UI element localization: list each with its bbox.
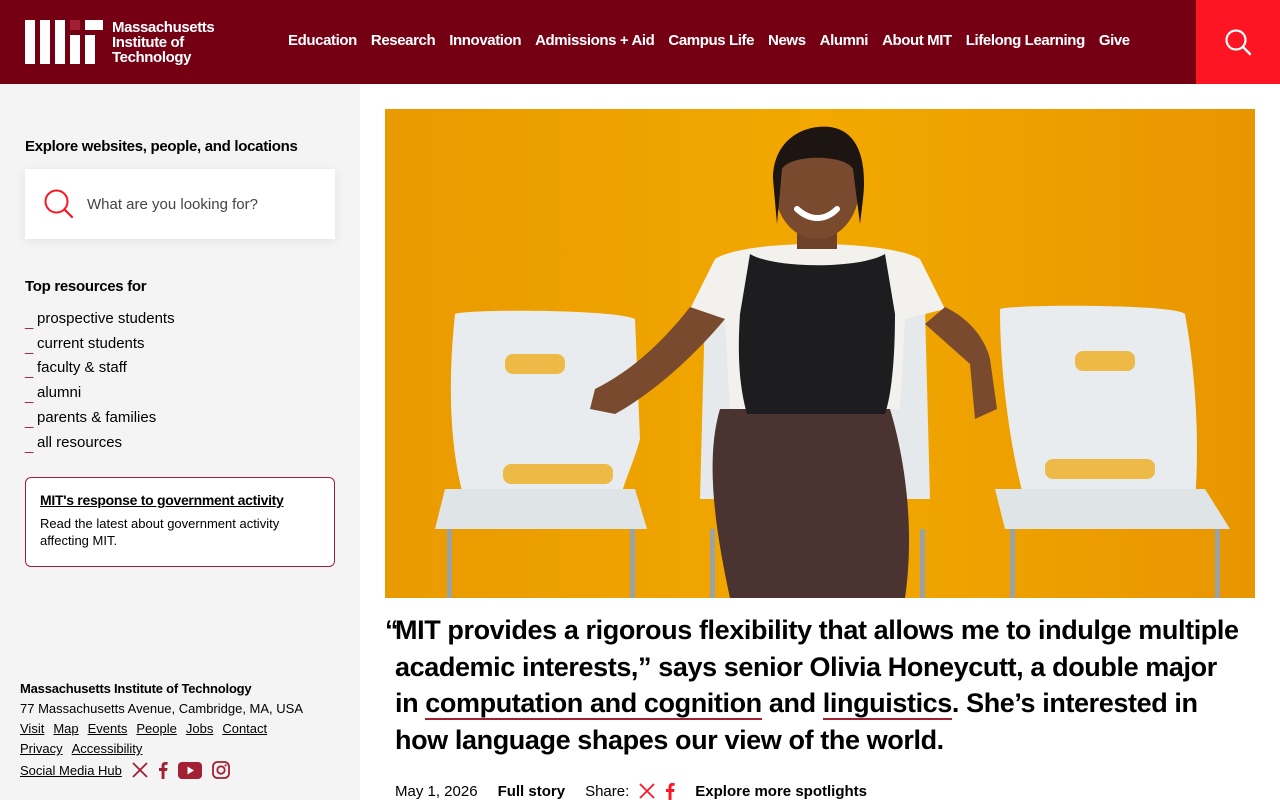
explore-more-spotlights-link[interactable]: Explore more spotlights — [695, 783, 867, 800]
institution-address: 77 Massachusetts Avenue, Cambridge, MA, … — [20, 701, 304, 716]
logo-line-2: Institute of — [112, 34, 184, 51]
logo-wordmark: Massachusetts Institute of Technology — [112, 19, 215, 66]
open-quote: “ — [385, 615, 399, 645]
mit-logo-mark — [25, 20, 103, 64]
share-icons — [639, 782, 675, 800]
sidebar-footer: Massachusetts Institute of Technology 77… — [20, 681, 350, 779]
dash-bullet: _ — [25, 412, 34, 430]
footer-link-privacy[interactable]: Privacy — [20, 741, 63, 756]
sidebar: Explore websites, people, and locations … — [0, 84, 360, 800]
logo-line-3: Technology — [112, 49, 192, 66]
footer-link-map[interactable]: Map — [53, 721, 78, 736]
footer-link-contact[interactable]: Contact — [222, 721, 267, 736]
spotlight-meta: May 1, 2026 Full story Share: Explore mo… — [395, 782, 867, 800]
dash-bullet: _ — [25, 312, 34, 330]
x-icon[interactable] — [132, 762, 148, 778]
government-notice-card: MIT's response to government activity Re… — [25, 477, 335, 567]
resources-list: _ prospective students _ current students … — [25, 306, 175, 455]
list-item: _ alumni — [25, 380, 175, 405]
share-label: Share: — [585, 782, 630, 800]
nav-news[interactable]: News — [768, 32, 806, 49]
social-links: Social Media Hub — [20, 761, 350, 779]
nav-research[interactable]: Research — [371, 32, 436, 49]
spotlight-text-2: and — [761, 688, 823, 718]
resource-prospective-students[interactable]: prospective students — [37, 310, 175, 327]
top-resources-heading: Top resources for — [25, 278, 147, 295]
nav-education[interactable]: Education — [288, 32, 357, 49]
search-input[interactable] — [87, 191, 317, 217]
list-item: _ current students — [25, 331, 175, 356]
footer-link-jobs[interactable]: Jobs — [186, 721, 213, 736]
institution-name: Massachusetts Institute of Technology — [20, 681, 252, 696]
resource-faculty-staff[interactable]: faculty & staff — [37, 359, 127, 376]
footer-link-people[interactable]: People — [136, 721, 176, 736]
footer-link-accessibility[interactable]: Accessibility — [72, 741, 143, 756]
main-nav: Education Research Innovation Admissions… — [288, 32, 1130, 49]
social-media-hub-link[interactable]: Social Media Hub — [20, 763, 122, 778]
dash-bullet: _ — [25, 362, 34, 380]
spotlight-date: May 1, 2026 — [395, 782, 478, 800]
nav-give[interactable]: Give — [1099, 32, 1130, 49]
site-header: Massachusetts Institute of Technology Ed… — [0, 0, 1280, 84]
x-icon[interactable] — [639, 783, 655, 799]
footer-links: Visit Map Events People Jobs Contact — [20, 721, 350, 736]
facebook-icon[interactable] — [158, 761, 168, 779]
list-item: _ all resources — [25, 430, 175, 455]
nav-alumni[interactable]: Alumni — [820, 32, 869, 49]
list-item: _ prospective students — [25, 306, 175, 331]
resource-alumni[interactable]: alumni — [37, 384, 81, 401]
spotlight-quote-body: MIT provides a rigorous flexibility that… — [385, 612, 1245, 758]
resource-all-resources[interactable]: all resources — [37, 434, 122, 451]
logo-line-1: Massachusetts — [112, 19, 215, 36]
nav-lifelong-learning[interactable]: Lifelong Learning — [966, 32, 1085, 49]
government-notice-link[interactable]: MIT's response to government activity — [40, 492, 320, 508]
search-icon — [44, 189, 74, 219]
footer-link-events[interactable]: Events — [88, 721, 128, 736]
spotlight-photo-illustration — [385, 109, 1255, 598]
nav-admissions-aid[interactable]: Admissions + Aid — [535, 32, 655, 49]
dash-bullet: _ — [25, 387, 34, 405]
explore-heading: Explore websites, people, and locations — [25, 138, 298, 155]
spotlight-quote: “ MIT provides a rigorous flexibility th… — [385, 612, 1245, 758]
list-item: _ parents & families — [25, 405, 175, 430]
resource-parents-families[interactable]: parents & families — [37, 409, 156, 426]
youtube-icon[interactable] — [177, 761, 202, 779]
government-notice-text: Read the latest about government activit… — [40, 516, 280, 548]
link-linguistics[interactable]: linguistics — [822, 688, 952, 720]
sidebar-search-box — [25, 169, 335, 239]
mit-logo[interactable]: Massachusetts Institute of Technology — [25, 20, 225, 66]
header-search-button[interactable] — [1196, 0, 1280, 84]
nav-campus-life[interactable]: Campus Life — [668, 32, 754, 49]
dash-bullet: _ — [25, 436, 34, 454]
dash-bullet: _ — [25, 337, 34, 355]
resource-current-students[interactable]: current students — [37, 335, 145, 352]
instagram-icon[interactable] — [211, 761, 230, 779]
facebook-icon[interactable] — [665, 782, 675, 800]
nav-about-mit[interactable]: About MIT — [882, 32, 952, 49]
footer-links-secondary: Privacy Accessibility — [20, 741, 350, 756]
list-item: _ faculty & staff — [25, 356, 175, 381]
nav-innovation[interactable]: Innovation — [449, 32, 521, 49]
search-icon — [1225, 29, 1252, 56]
spotlight-photo — [385, 109, 1255, 598]
link-computation-cognition[interactable]: computation and cognition — [425, 688, 762, 720]
footer-link-visit[interactable]: Visit — [20, 721, 44, 736]
full-story-link[interactable]: Full story — [498, 783, 566, 800]
